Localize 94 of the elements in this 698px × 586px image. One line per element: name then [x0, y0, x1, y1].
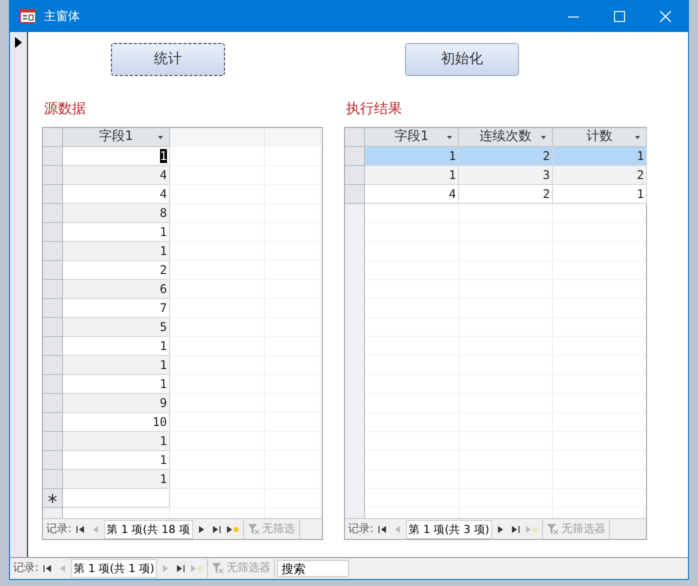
row-selector[interactable] [43, 147, 63, 166]
maximize-icon[interactable] [614, 10, 624, 22]
row-selector[interactable] [345, 166, 365, 185]
table-cell: 1 [63, 470, 170, 489]
record-label: 记录: [348, 520, 374, 537]
row-selector[interactable] [43, 451, 63, 470]
empty-cell [265, 261, 321, 280]
new-row-cell[interactable] [63, 489, 170, 508]
row-selector[interactable] [43, 432, 63, 451]
table-cell: 1 [63, 242, 170, 261]
empty-cell [265, 204, 321, 223]
filter-icon [212, 563, 224, 574]
record-position-field[interactable]: 第 1 项(共 3 项) [406, 520, 492, 538]
filter-icon [547, 524, 560, 534]
row-selector[interactable] [43, 185, 63, 204]
empty-cell [265, 166, 321, 185]
table-cell: 1 [63, 356, 170, 375]
last-record-icon[interactable] [210, 524, 223, 534]
row-selector[interactable] [345, 147, 365, 166]
first-record-icon[interactable] [74, 524, 87, 534]
table-cell: 1 [365, 166, 459, 185]
row-selector[interactable] [345, 185, 365, 204]
dropdown-icon[interactable] [447, 136, 452, 139]
record-label: 记录: [46, 520, 72, 537]
dropdown-icon[interactable] [158, 136, 163, 139]
row-selector[interactable] [43, 394, 63, 413]
row-selector[interactable] [43, 204, 63, 223]
record-position-field[interactable]: 第 1 项(共 18 项 [104, 520, 193, 538]
first-record-icon[interactable] [40, 564, 54, 573]
table-cell: 1 [365, 147, 459, 166]
empty-cell [265, 451, 321, 470]
empty-cell [265, 242, 321, 261]
record-pointer-icon [15, 37, 22, 48]
search-field[interactable]: 搜索 [277, 560, 350, 577]
last-record-icon[interactable] [174, 564, 188, 573]
empty-cell [265, 185, 321, 204]
row-selector[interactable] [43, 337, 63, 356]
select-all-corner[interactable] [43, 128, 63, 147]
command-button[interactable]: 统计 [111, 43, 225, 76]
row-selector[interactable] [43, 166, 63, 185]
row-selector[interactable] [43, 413, 63, 432]
empty-cell [265, 394, 321, 413]
last-record-icon[interactable] [509, 524, 522, 534]
row-selector[interactable] [43, 299, 63, 318]
table-cell: 1 [553, 147, 647, 166]
row-selector[interactable] [43, 261, 63, 280]
empty-cell [265, 280, 321, 299]
row-selector[interactable] [43, 356, 63, 375]
new-row-selector[interactable] [43, 489, 63, 508]
column-header[interactable]: 字段1 [63, 128, 170, 147]
table-cell: 5 [63, 318, 170, 337]
column-header[interactable]: 计数 [553, 128, 647, 147]
record-label: 记录: [13, 560, 39, 576]
new-record-icon[interactable] [225, 524, 241, 534]
table-cell: 2 [553, 166, 647, 185]
empty-cell [265, 413, 321, 432]
table-cell: 4 [63, 166, 170, 185]
new-row-icon [48, 494, 57, 502]
empty-cell [265, 337, 321, 356]
empty-cell [265, 375, 321, 394]
close-icon[interactable] [660, 10, 670, 22]
table-cell: 3 [459, 166, 553, 185]
first-record-icon[interactable] [376, 524, 389, 534]
table-cell: 6 [63, 280, 170, 299]
empty-cell [265, 432, 321, 451]
table-cell: 8 [63, 204, 170, 223]
empty-cell [265, 223, 321, 242]
empty-cell [265, 318, 321, 337]
form-icon [20, 8, 36, 23]
table-cell: 2 [459, 185, 553, 204]
command-button[interactable]: 初始化 [405, 43, 519, 76]
filter-icon [248, 524, 260, 534]
empty-cell [265, 356, 321, 375]
dropdown-icon[interactable] [635, 136, 640, 139]
row-selector[interactable] [43, 318, 63, 337]
column-header[interactable]: 字段1 [365, 128, 459, 147]
table-cell: 2 [459, 147, 553, 166]
row-selector[interactable] [43, 223, 63, 242]
row-selector[interactable] [43, 375, 63, 394]
table-cell: 1 [553, 185, 647, 204]
empty-cell [265, 299, 321, 318]
column-header[interactable]: 连续次数 [459, 128, 553, 147]
grid-title: 源数据 [44, 100, 87, 119]
record-position-field[interactable]: 第 1 项(共 1 项) [70, 559, 158, 578]
grid-title: 执行结果 [346, 100, 403, 119]
table-cell: 1 [63, 432, 170, 451]
dropdown-icon[interactable] [541, 136, 546, 139]
row-selector[interactable] [43, 242, 63, 261]
row-selector[interactable] [43, 280, 63, 299]
select-all-corner[interactable] [345, 128, 365, 147]
table-cell: 9 [63, 394, 170, 413]
window-title: 主窗体 [44, 8, 80, 25]
table-cell: 4 [365, 185, 459, 204]
empty-cell [265, 147, 321, 166]
